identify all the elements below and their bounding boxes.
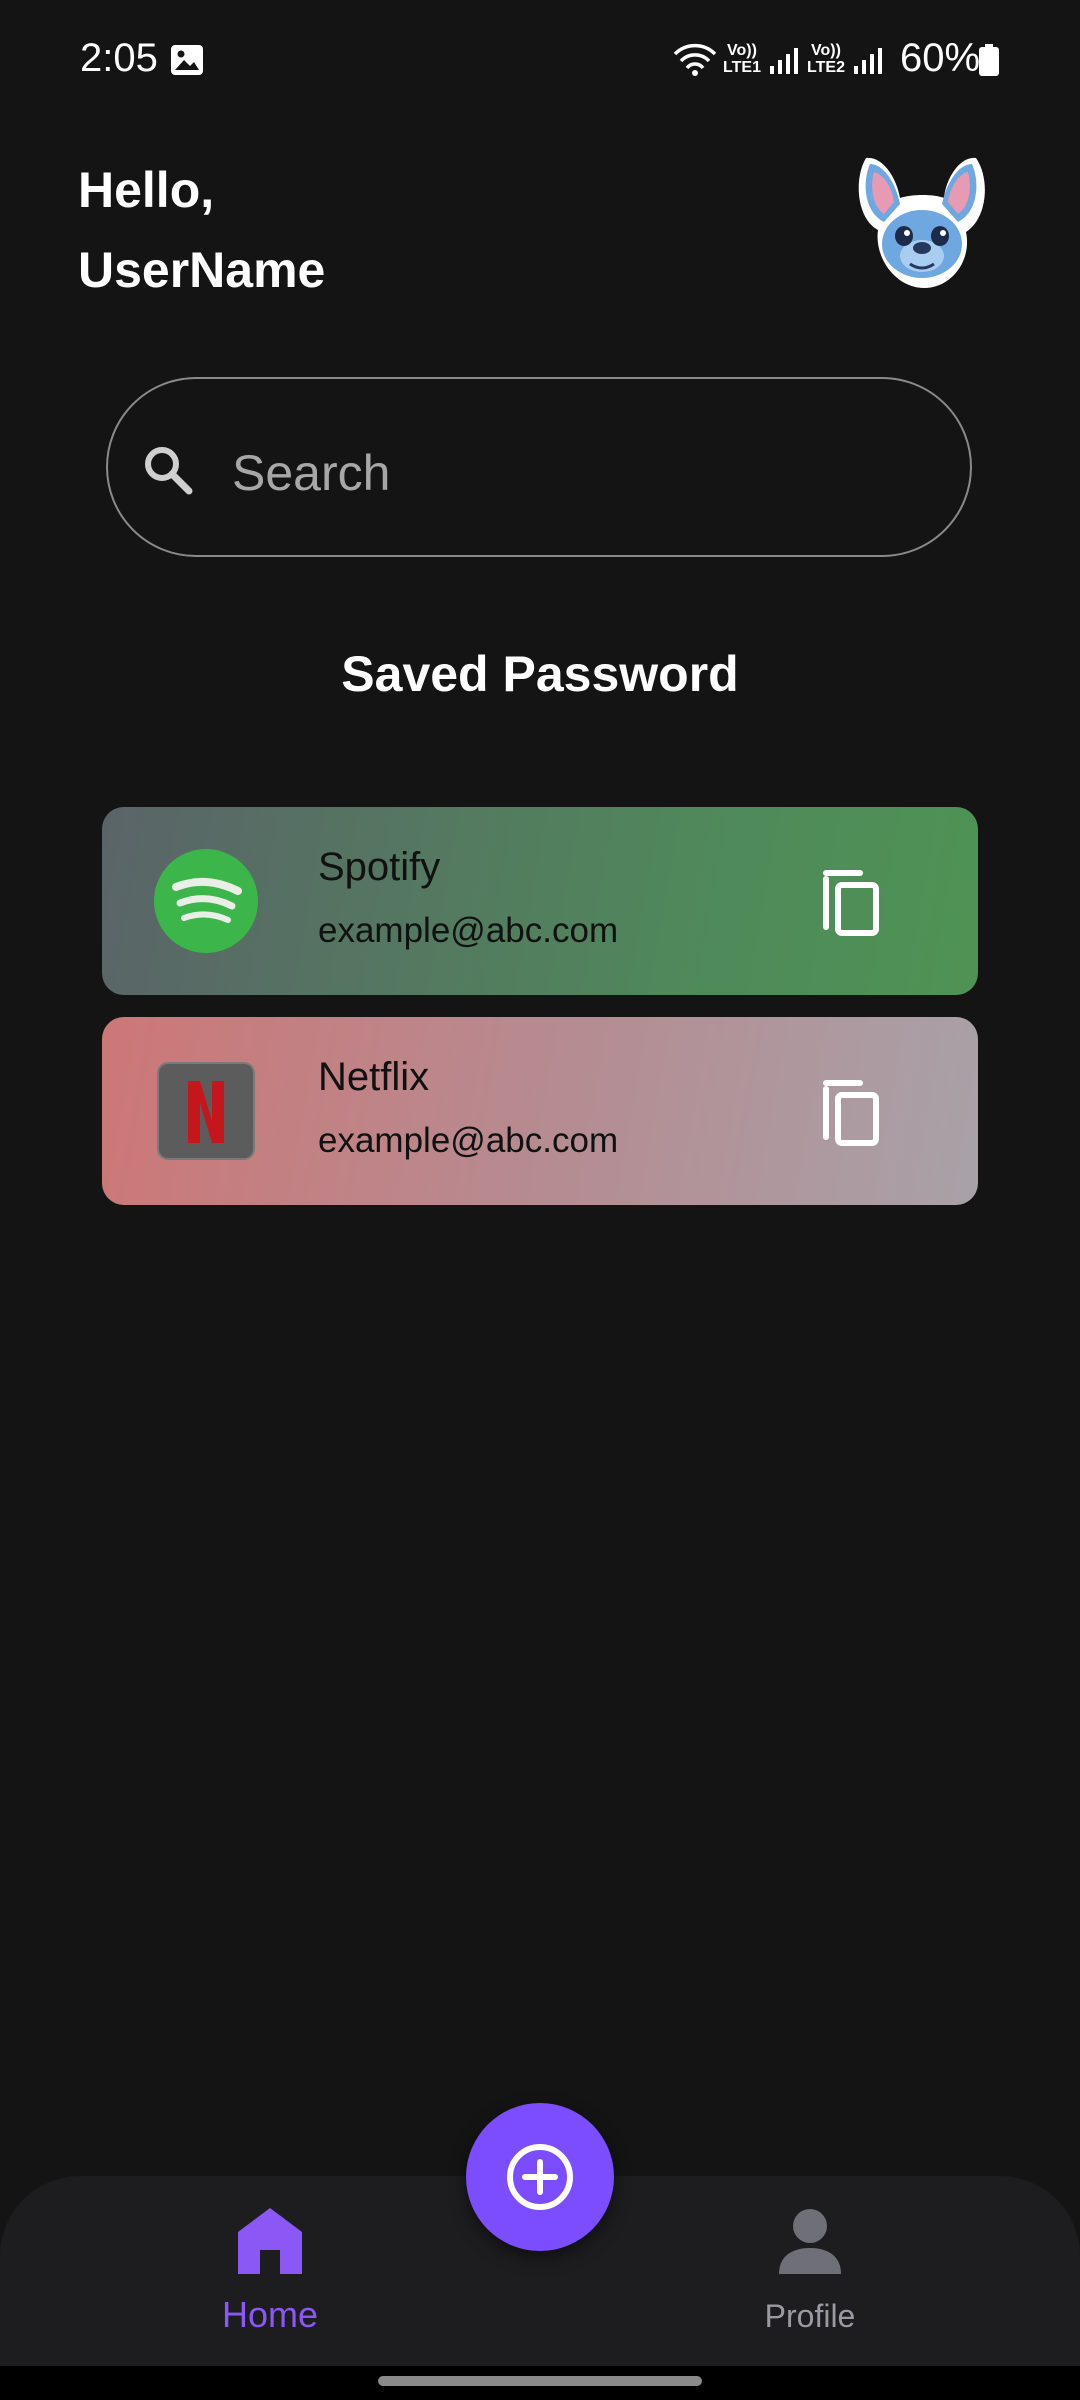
signal-icon bbox=[770, 48, 798, 74]
gesture-handle[interactable] bbox=[378, 2376, 702, 2386]
password-card-netflix[interactable]: Netflix example@abc.com bbox=[102, 1017, 978, 1205]
card-service-name: Netflix bbox=[318, 1055, 430, 1099]
status-bar: 2:05 Vo)) LTE1 Vo)) LTE2 60% bbox=[0, 0, 1080, 120]
home-icon[interactable] bbox=[236, 2206, 304, 2276]
copy-icon[interactable] bbox=[820, 1077, 882, 1147]
status-time: 2:05 bbox=[80, 36, 158, 80]
lte1-indicator: Vo)) LTE1 bbox=[723, 42, 761, 76]
signal-icon bbox=[854, 48, 882, 74]
card-email: example@abc.com bbox=[318, 1121, 619, 1160]
copy-icon[interactable] bbox=[820, 867, 882, 937]
nav-home-label[interactable]: Home bbox=[160, 2294, 380, 2336]
add-password-button[interactable] bbox=[466, 2103, 614, 2251]
greeting-hello: Hello, bbox=[78, 162, 215, 218]
greeting: Hello, UserName bbox=[78, 150, 325, 310]
avatar[interactable] bbox=[848, 148, 994, 294]
battery-icon bbox=[979, 44, 999, 76]
battery-percent: 60% bbox=[900, 36, 981, 80]
spotify-logo-icon bbox=[154, 849, 258, 953]
add-circle-icon bbox=[507, 2144, 573, 2210]
card-service-name: Spotify bbox=[318, 845, 441, 889]
search-icon bbox=[145, 447, 193, 495]
greeting-username: UserName bbox=[78, 242, 326, 298]
search-input[interactable] bbox=[230, 432, 934, 514]
netflix-logo-icon bbox=[157, 1062, 255, 1160]
section-title: Saved Password bbox=[341, 646, 739, 702]
password-card-spotify[interactable]: Spotify example@abc.com bbox=[102, 807, 978, 995]
nav-profile-label[interactable]: Profile bbox=[700, 2298, 920, 2335]
card-email: example@abc.com bbox=[318, 911, 619, 950]
profile-icon[interactable] bbox=[775, 2208, 845, 2274]
lte2-indicator: Vo)) LTE2 bbox=[807, 42, 845, 76]
gallery-icon bbox=[171, 45, 203, 75]
wifi-icon bbox=[673, 43, 717, 76]
